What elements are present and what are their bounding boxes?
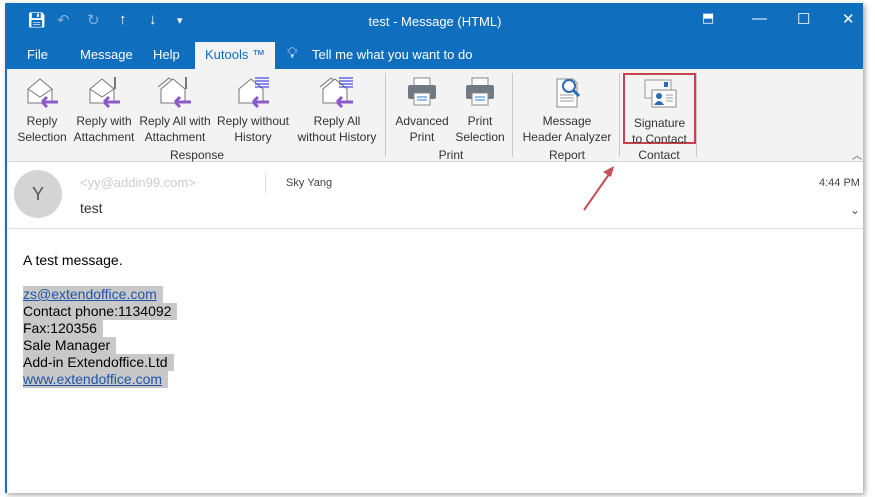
message-body[interactable]: A test message. zs@extendoffice.com Cont… [23,252,178,388]
collapse-ribbon-icon[interactable]: ︿ [852,147,862,162]
reply-selection-button[interactable]: Reply Selection [11,75,73,145]
printer-icon [466,77,494,106]
ribbon-tabs: File Message Help Kutools ™ 💡︎ Tell me w… [7,39,863,69]
signature-to-contact-button[interactable]: Signature to Contact [623,73,696,146]
group-divider [512,73,513,157]
tab-help[interactable]: Help [153,47,180,62]
tab-message[interactable]: Message [80,47,133,62]
company: Add-in Extendoffice.Ltd [23,354,174,371]
printer-icon [408,77,436,106]
advanced-print-button[interactable]: Advanced Print [393,75,451,145]
email-link[interactable]: zs@extendoffice.com [23,286,157,302]
recipient-name[interactable]: Sky Yang [286,177,332,189]
reply-all-without-history-icon [319,77,353,109]
reply-all-with-attachment-button[interactable]: Reply All with Attachment [137,75,213,145]
avatar: Y [14,170,62,218]
tab-kutools[interactable]: Kutools ™ [195,42,275,69]
group-label-report: Report [548,148,586,162]
reply-with-attachment-button[interactable]: Reply with Attachment [71,75,137,145]
reply-envelope-icon [27,78,58,109]
message-subject: test [80,200,103,216]
print-selection-button[interactable]: Print Selection [451,75,509,145]
reply-without-history-button[interactable]: Reply without History [213,75,293,145]
divider [265,173,266,193]
ribbon-display-icon[interactable]: ⬒ [702,10,714,26]
body-intro: A test message. [23,252,123,268]
reply-all-without-history-button[interactable]: Reply All without History [293,75,381,145]
reply-without-history-icon [238,77,269,109]
minimize-button[interactable]: — [752,10,767,27]
ribbon: Reply Selection Reply with Attachment Repl… [7,69,863,162]
website-link[interactable]: www.extendoffice.com [23,371,162,387]
contact-phone: Contact phone:1134092 [23,303,178,320]
fax: Fax:120356 [23,320,103,337]
job-title: Sale Manager [23,337,117,354]
maximize-button[interactable]: ☐ [797,10,810,28]
group-label-contact: Contact [638,148,680,162]
reply-all-attachment-icon [157,77,191,109]
outlook-message-window: 💾︎ ↶ ↻ ↑ ↓ ▾ test - Message (HTML) ⬒ — ☐… [5,3,863,493]
close-button[interactable]: ✕ [842,10,855,28]
received-time: 4:44 PM [819,177,860,189]
window-title: test - Message (HTML) [368,14,502,29]
sender-address[interactable]: <yy@addin99.com> [80,175,196,190]
title-bar: 💾︎ ↶ ↻ ↑ ↓ ▾ test - Message (HTML) ⬒ — ☐… [7,3,863,39]
message-header: Y <yy@addin99.com> Sky Yang 4:44 PM test… [7,163,863,229]
document-magnifier-icon [556,78,581,108]
tab-file[interactable]: File [27,47,48,62]
tell-me-search[interactable]: Tell me what you want to do [312,47,472,62]
lightbulb-icon: 💡︎ [287,45,298,62]
group-divider [385,73,386,157]
expand-header-chevron-icon[interactable]: ⌄ [850,203,860,217]
group-divider [696,73,697,157]
contact-card-icon [644,79,676,108]
group-divider [619,73,620,157]
message-header-analyzer-button[interactable]: Message Header Analyzer [515,75,619,145]
group-label-print: Print [438,148,464,162]
reply-attachment-icon [89,77,120,109]
group-label-response: Response [169,148,225,162]
